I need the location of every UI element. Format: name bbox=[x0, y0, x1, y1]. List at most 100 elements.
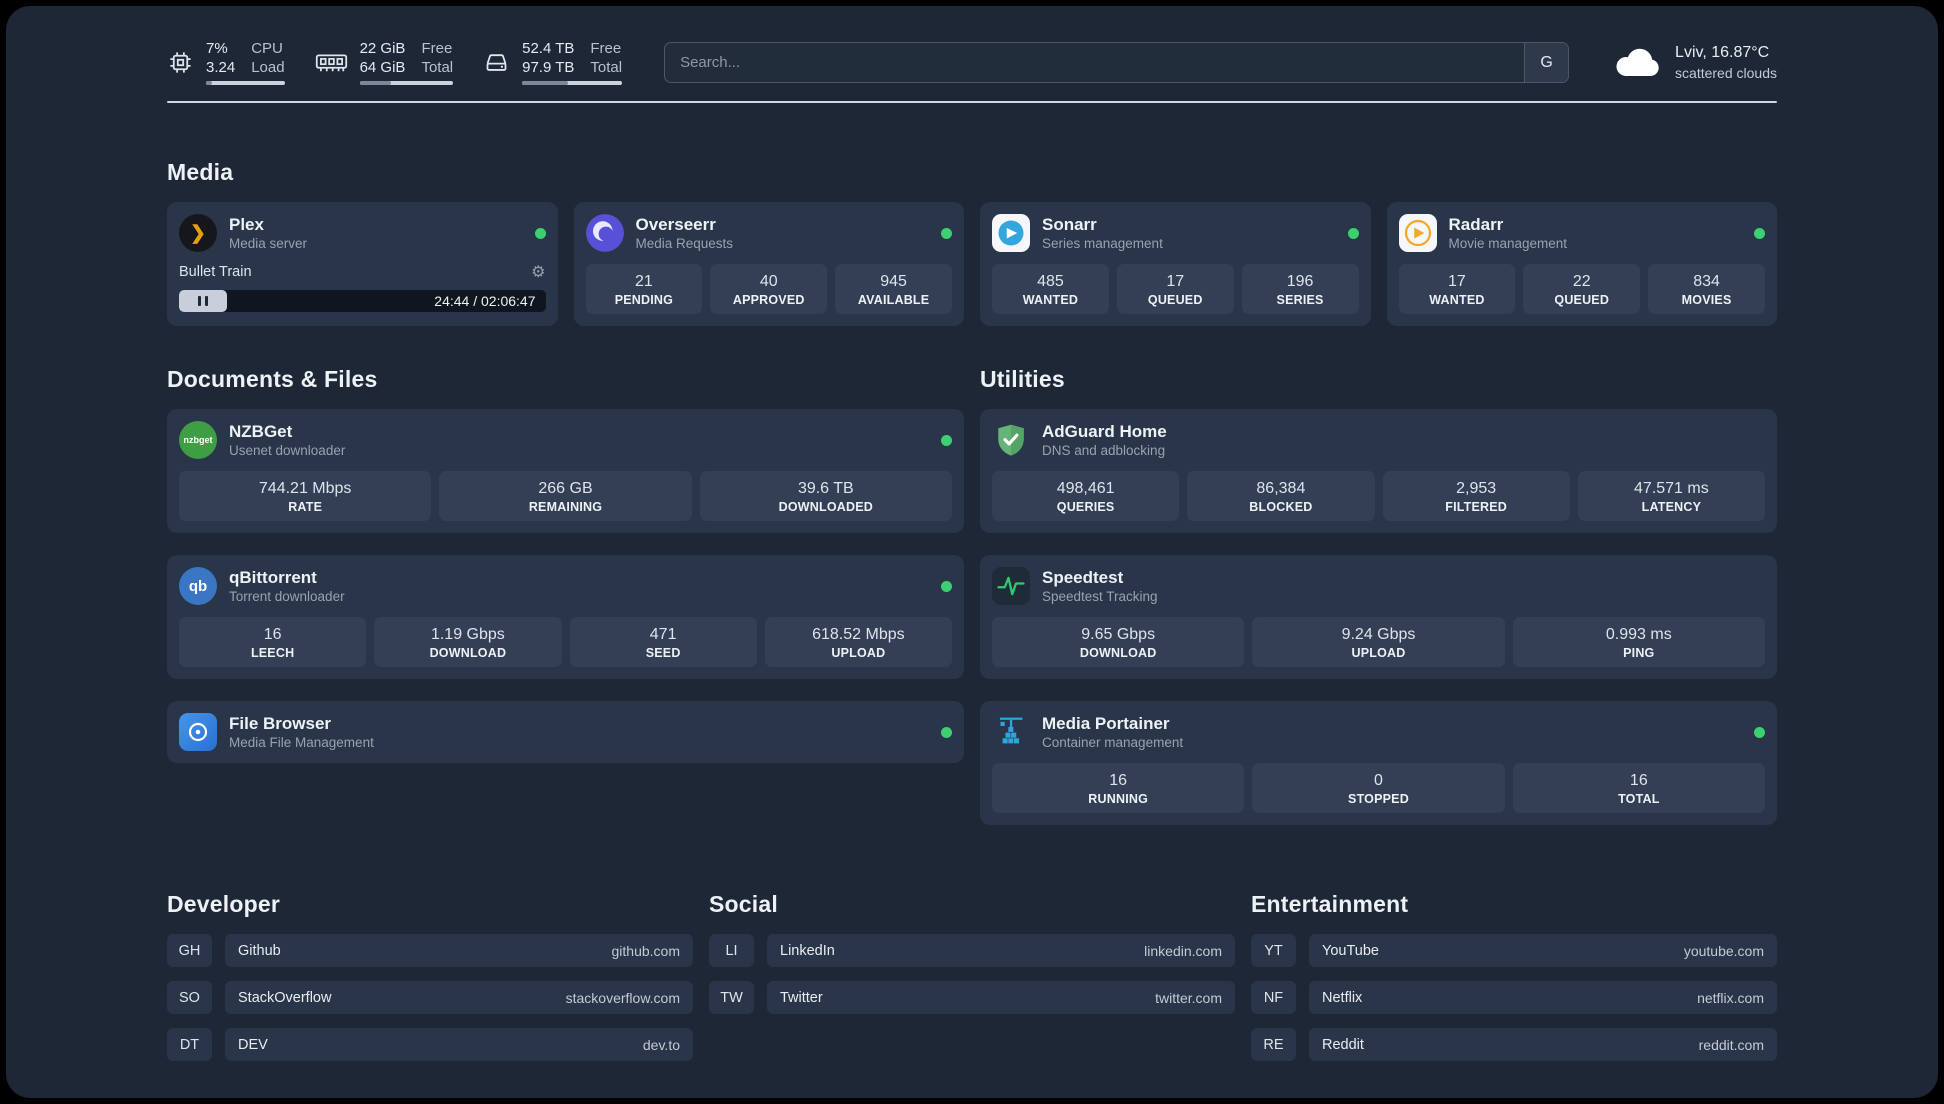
stat-value: 485 bbox=[1037, 273, 1064, 290]
ram-values: 22 GiB 64 GiB bbox=[360, 40, 406, 76]
stat-value: 47.571 ms bbox=[1634, 480, 1709, 497]
bookmark-twitter[interactable]: TW Twitter twitter.com bbox=[709, 981, 1235, 1014]
stat-value: 196 bbox=[1286, 273, 1314, 290]
bookmark-url: netflix.com bbox=[1697, 989, 1764, 1006]
portainer-crane-icon bbox=[992, 713, 1030, 751]
qbittorrent-icon: qb bbox=[179, 567, 217, 605]
qbittorrent-card[interactable]: qb qBittorrent Torrent downloader 16 LEE… bbox=[167, 555, 964, 679]
adguard-card[interactable]: AdGuard Home DNS and adblocking 498,461 … bbox=[980, 409, 1777, 533]
stat-tile: 17 QUEUED bbox=[1116, 264, 1234, 314]
plex-card[interactable]: ❯ Plex Media server Bullet Train ⚙ 24:44 bbox=[167, 202, 558, 326]
bookmark-name: LinkedIn bbox=[780, 942, 835, 959]
stat-tile: 266 GB REMAINING bbox=[439, 471, 692, 521]
overseerr-icon bbox=[585, 214, 624, 252]
stat-label: WANTED bbox=[1022, 293, 1079, 307]
bookmark-url: twitter.com bbox=[1155, 989, 1222, 1006]
stat-value: 9.24 Gbps bbox=[1341, 626, 1416, 643]
section-developer: Developer GH Github github.com SO StackO… bbox=[167, 891, 693, 1061]
nzbget-card[interactable]: nzbget NZBGet Usenet downloader 744.21 M… bbox=[167, 409, 964, 533]
ram-monitor: 22 GiB 64 GiB Free Total bbox=[315, 40, 454, 85]
overseerr-card[interactable]: Overseerr Media Requests 21 PENDING 40 A… bbox=[573, 202, 964, 326]
media-grid: ❯ Plex Media server Bullet Train ⚙ 24:44 bbox=[167, 202, 1777, 326]
stat-value: 498,461 bbox=[1056, 480, 1115, 497]
bookmark-sections: Developer GH Github github.com SO StackO… bbox=[167, 891, 1777, 1098]
bookmark-name: Netflix bbox=[1322, 989, 1363, 1006]
stat-tile: 834 MOVIES bbox=[1648, 264, 1765, 314]
sonarr-card[interactable]: Sonarr Series management 485 WANTED 17 Q… bbox=[980, 202, 1371, 326]
stat-label: SERIES bbox=[1276, 293, 1324, 307]
cpu-load-label: Load bbox=[251, 59, 285, 76]
app-name: Media Portainer bbox=[1042, 714, 1170, 733]
bookmark-stackoverflow[interactable]: SO StackOverflow stackoverflow.com bbox=[167, 981, 693, 1014]
bookmark-url: github.com bbox=[611, 942, 680, 959]
bookmark-name: StackOverflow bbox=[238, 989, 332, 1006]
weather-condition: scattered clouds bbox=[1675, 65, 1777, 81]
stat-value: 39.6 TB bbox=[797, 480, 854, 497]
stat-value: 21 bbox=[635, 273, 653, 290]
gear-icon[interactable]: ⚙ bbox=[531, 262, 545, 282]
disk-monitor: 52.4 TB 97.9 TB Free Total bbox=[483, 40, 623, 85]
bookmark-url: youtube.com bbox=[1683, 942, 1764, 959]
app-subtitle: Usenet downloader bbox=[229, 443, 346, 458]
bookmark-url: dev.to bbox=[642, 1036, 680, 1053]
middle-sections: Documents & Files nzbget NZBGet Usenet d… bbox=[167, 366, 1777, 825]
bookmark-name: YouTube bbox=[1322, 942, 1379, 959]
stat-label: QUERIES bbox=[1056, 500, 1115, 514]
ram-total-value: 64 GiB bbox=[359, 59, 406, 76]
bookmark-linkedin[interactable]: LI LinkedIn linkedin.com bbox=[709, 934, 1235, 967]
app-subtitle: DNS and adblocking bbox=[1042, 443, 1166, 458]
status-dot bbox=[1754, 227, 1765, 239]
stat-label: STOPPED bbox=[1348, 792, 1409, 806]
stat-label: DOWNLOADED bbox=[778, 500, 873, 514]
app-name: Radarr bbox=[1448, 215, 1504, 234]
status-dot bbox=[534, 227, 546, 239]
stat-tile: 0.993 ms PING bbox=[1512, 617, 1765, 667]
stat-tile: 1.19 Gbps DOWNLOAD bbox=[374, 617, 562, 667]
bookmark-reddit[interactable]: RE Reddit reddit.com bbox=[1251, 1028, 1777, 1061]
app-subtitle: Container management bbox=[1042, 735, 1184, 750]
ram-free-value: 22 GiB bbox=[359, 40, 406, 57]
radarr-card[interactable]: Radarr Movie management 17 WANTED 22 QUE… bbox=[1386, 202, 1777, 326]
bookmark-dev[interactable]: DT DEV dev.to bbox=[167, 1028, 693, 1061]
playback-progress-bar[interactable]: 24:44 / 02:06:47 bbox=[179, 290, 546, 312]
status-dot bbox=[941, 227, 952, 239]
bookmark-github[interactable]: GH Github github.com bbox=[167, 934, 693, 967]
status-dot bbox=[941, 434, 952, 446]
stat-tile: 9.24 Gbps UPLOAD bbox=[1252, 617, 1505, 667]
search-engine-button[interactable]: G bbox=[1524, 43, 1569, 82]
stat-value: 40 bbox=[759, 273, 778, 290]
cpu-chip-icon bbox=[167, 49, 194, 76]
ram-usage-bar bbox=[359, 81, 454, 85]
bookmark-abbr: RE bbox=[1251, 1028, 1296, 1061]
portainer-card[interactable]: Media Portainer Container management 16 … bbox=[980, 701, 1777, 825]
speedtest-pulse-icon bbox=[992, 567, 1030, 605]
section-title-media: Media bbox=[167, 159, 234, 185]
disk-values: 52.4 TB 97.9 TB bbox=[522, 40, 574, 76]
bookmark-youtube[interactable]: YT YouTube youtube.com bbox=[1251, 934, 1777, 967]
cpu-monitor: 7% 3.24 CPU Load bbox=[167, 40, 285, 85]
filebrowser-card[interactable]: File Browser Media File Management bbox=[167, 701, 964, 763]
search-input[interactable] bbox=[665, 43, 1525, 82]
ram-free-label: Free bbox=[421, 40, 453, 57]
search-box: G bbox=[664, 42, 1570, 83]
weather-widget: Lviv, 16.87°C scattered clouds bbox=[1613, 43, 1777, 83]
stat-tile: 485 WANTED bbox=[992, 264, 1109, 314]
section-title-social: Social bbox=[709, 891, 778, 917]
stat-label: RATE bbox=[288, 500, 323, 514]
status-dot bbox=[1754, 726, 1765, 738]
disk-total-value: 97.9 TB bbox=[522, 59, 575, 76]
system-monitors: 7% 3.24 CPU Load 22 GiB 64 GiB Free Tota… bbox=[167, 40, 623, 85]
filebrowser-icon bbox=[179, 713, 217, 751]
pause-icon[interactable] bbox=[179, 290, 227, 312]
speedtest-card[interactable]: Speedtest Speedtest Tracking 9.65 Gbps D… bbox=[980, 555, 1777, 679]
app-name: Sonarr bbox=[1042, 215, 1097, 234]
bookmark-abbr: NF bbox=[1251, 981, 1296, 1014]
bookmark-netflix[interactable]: NF Netflix netflix.com bbox=[1251, 981, 1777, 1014]
section-title-utilities: Utilities bbox=[980, 366, 1065, 392]
stat-value: 16 bbox=[263, 626, 282, 643]
stat-tile: 498,461 QUERIES bbox=[992, 471, 1180, 521]
stat-value: 1.19 Gbps bbox=[430, 626, 505, 643]
bookmark-abbr: YT bbox=[1251, 934, 1296, 967]
app-name: Plex bbox=[229, 215, 264, 234]
bookmark-abbr: LI bbox=[709, 934, 754, 967]
